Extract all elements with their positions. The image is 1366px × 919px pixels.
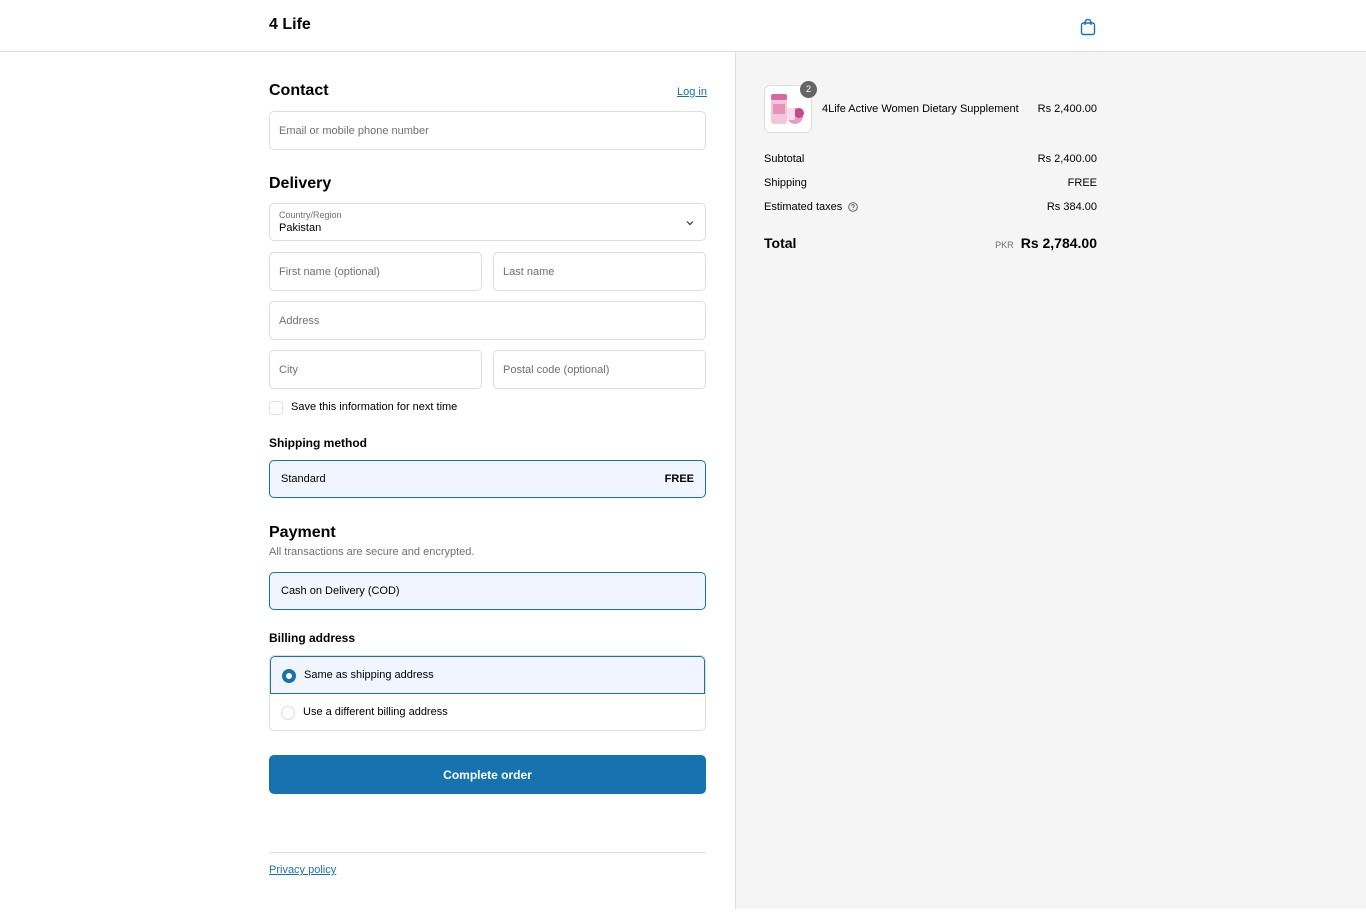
address-placeholder: Address [279,314,320,327]
last-name-field[interactable]: Last name [493,252,706,291]
chevron-down-icon [686,221,694,226]
shipping-row: Shipping FREE [764,177,1097,189]
total-value: Rs 2,784.00 [1020,235,1097,251]
shopping-bag-icon[interactable] [1080,18,1096,36]
shipping-value: FREE [1067,177,1097,189]
currency-code: PKR [995,240,1014,250]
privacy-policy-link[interactable]: Privacy policy [269,864,336,876]
email-field[interactable]: Email or mobile phone number [269,111,706,150]
footer-divider [269,852,706,853]
product-price: Rs 2,400.00 [1037,103,1097,115]
payment-option-cod[interactable]: Cash on Delivery (COD) [269,572,706,610]
country-value: Pakistan [279,222,322,234]
total-row: Total PKR Rs 2,784.00 [764,235,1097,251]
checkout-header: 4 Life [0,0,1366,52]
postal-code-placeholder: Postal code (optional) [503,363,610,376]
help-circle-icon[interactable] [848,202,859,212]
save-info-checkbox[interactable] [269,401,283,415]
radio-selected[interactable] [282,669,296,683]
complete-order-button[interactable]: Complete order [269,755,706,794]
delivery-heading: Delivery [269,175,332,192]
billing-address-options: Same as shipping address Use a different… [269,655,706,731]
quantity-badge: 2 [800,81,817,98]
postal-code-field[interactable]: Postal code (optional) [493,350,706,389]
radio-unselected[interactable] [281,706,295,720]
shipping-label: Shipping [764,177,807,189]
billing-option-same-label: Same as shipping address [304,669,434,681]
contact-heading: Contact [269,82,329,99]
subtotal-label: Subtotal [764,153,805,165]
email-placeholder: Email or mobile phone number [279,124,429,137]
city-field[interactable]: City [269,350,482,389]
city-placeholder: City [279,363,298,376]
shipping-method-price: FREE [664,473,694,485]
shipping-method-label: Standard [281,473,326,485]
total-label: Total [764,235,797,251]
subtotal-value: Rs 2,400.00 [1037,153,1097,165]
first-name-placeholder: First name (optional) [279,265,380,278]
address-field[interactable]: Address [269,301,706,340]
product-name: 4Life Active Women Dietary Supplement [822,103,1019,115]
taxes-value: Rs 384.00 [1046,201,1097,213]
subtotal-row: Subtotal Rs 2,400.00 [764,153,1097,165]
taxes-label: Estimated taxes [764,201,843,213]
billing-option-same[interactable]: Same as shipping address [270,656,705,694]
payment-subtitle: All transactions are secure and encrypte… [269,546,475,558]
country-select[interactable]: Country/Region Pakistan [269,203,706,241]
store-logo[interactable]: 4 Life [269,16,311,34]
billing-option-different[interactable]: Use a different billing address [270,694,705,730]
save-info-label: Save this information for next time [291,401,458,413]
taxes-row: Estimated taxes Rs 384.00 [764,201,1097,213]
first-name-field[interactable]: First name (optional) [269,252,482,291]
country-label: Country/Region [279,210,342,220]
payment-method-label: Cash on Delivery (COD) [281,585,400,597]
shipping-option-standard[interactable]: Standard FREE [269,460,706,498]
shipping-method-heading: Shipping method [269,436,367,450]
billing-option-different-label: Use a different billing address [303,706,448,718]
payment-heading: Payment [269,524,336,541]
billing-address-heading: Billing address [269,631,356,645]
login-link[interactable]: Log in [677,86,707,98]
last-name-placeholder: Last name [503,265,555,278]
